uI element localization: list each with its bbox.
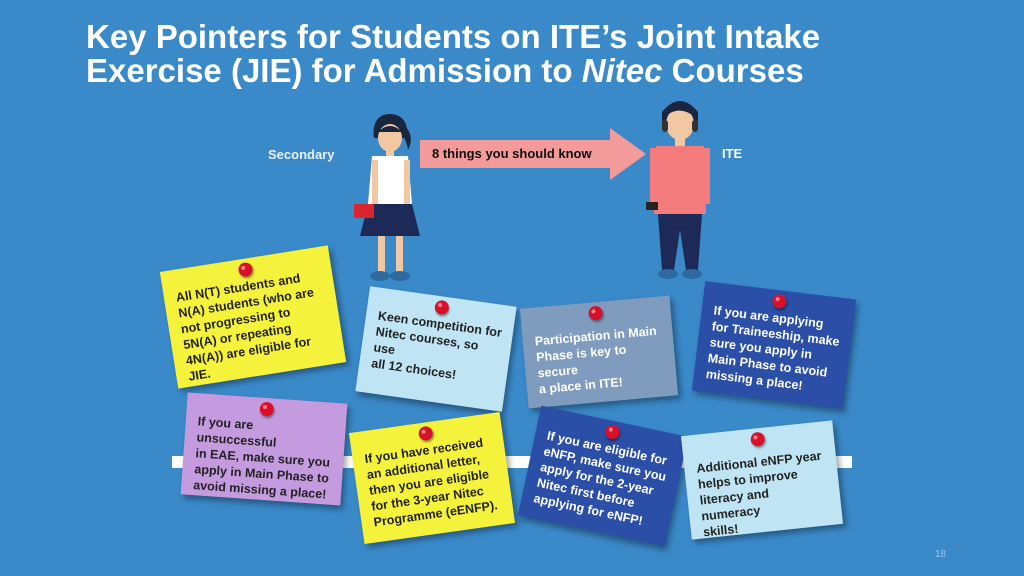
pushpin-icon (750, 431, 766, 447)
title-line-2-italic: Nitec (581, 52, 663, 89)
note-5: If you are unsuccessful in EAE, make sur… (180, 392, 348, 506)
pushpin-icon (604, 423, 621, 441)
pushpin-icon (237, 261, 254, 278)
title-line-2-pre: Exercise (JIE) for Admission to (86, 52, 582, 89)
note-8: Additional eNFP year helps to improve li… (680, 420, 844, 540)
page-number: 18 (934, 549, 946, 560)
ite-label: ITE (722, 146, 743, 161)
note-4: If you are applying for Traineeship, mak… (691, 281, 857, 409)
title-line-1: Key Pointers for Students on ITE’s Joint… (86, 18, 821, 55)
pushpin-icon (433, 299, 450, 316)
secondary-student-illustration (354, 114, 420, 281)
pushpin-icon (771, 293, 788, 310)
note-6: If you have received an additional lette… (348, 411, 516, 545)
secondary-label: Secondary (268, 147, 335, 162)
note-1: All N(T) students and N(A) students (who… (159, 245, 347, 389)
pushpin-icon (259, 401, 275, 417)
note-2: Keen competition for Nitec courses, so u… (355, 286, 517, 412)
pushpin-icon (588, 305, 604, 321)
pushpin-icon (417, 425, 434, 442)
slide-title: Key Pointers for Students on ITE’s Joint… (86, 20, 966, 88)
ite-student-illustration (646, 101, 710, 279)
arrow-label: 8 things you should know (432, 146, 592, 161)
note-3: Participation in Main Phase is key to se… (519, 295, 679, 409)
title-line-2-post: Courses (662, 52, 804, 89)
note-7: If you are eligible for eNFP, make sure … (517, 405, 689, 547)
title-line-2: Exercise (JIE) for Admission to Nitec Co… (86, 54, 966, 88)
